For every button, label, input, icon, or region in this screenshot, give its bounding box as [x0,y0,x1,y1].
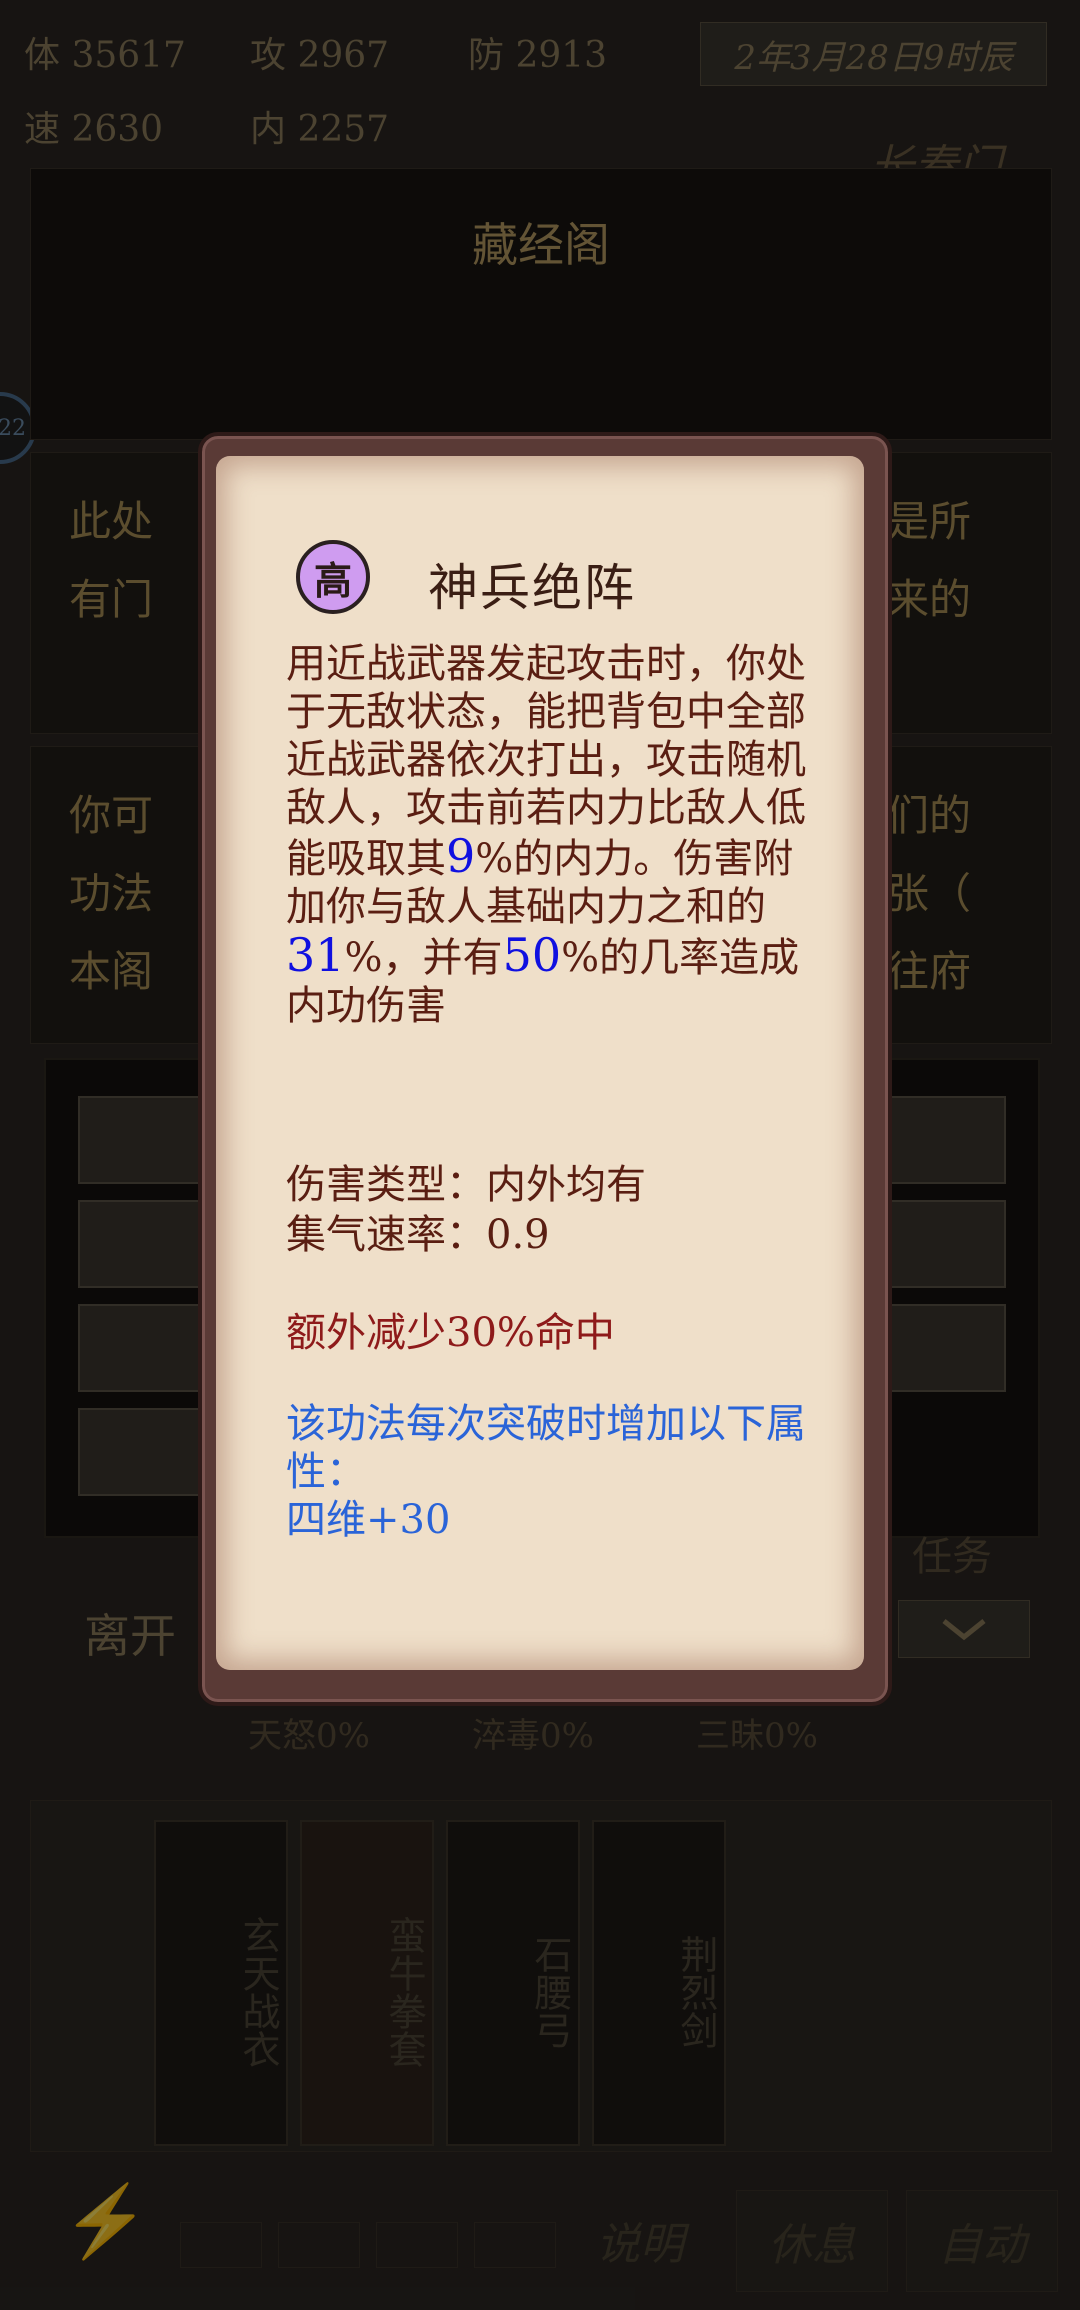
breakthrough-text: 该功法每次突破时增加以下属性： [286,1401,806,1495]
description-text: %，并有 [344,935,503,981]
attribute-bonus: 四维+30 [286,1497,451,1543]
skill-description: 用近战武器发起攻击时，你处于无敌状态，能把背包中全部近战武器依次打出，攻击随机敌… [286,640,806,1030]
charge-rate: 集气速率：0.9 [286,1212,550,1258]
highlight-number: 9 [446,829,476,883]
skill-title: 神兵绝阵 [428,559,636,617]
extra-effect: 额外减少30%命中 [286,1310,615,1356]
highlight-number: 50 [502,928,562,982]
grade-badge: 高 [296,540,370,614]
highlight-number: 31 [286,928,345,982]
breakthrough-bonus: 该功法每次突破时增加以下属性： 四维+30 [286,1400,806,1544]
